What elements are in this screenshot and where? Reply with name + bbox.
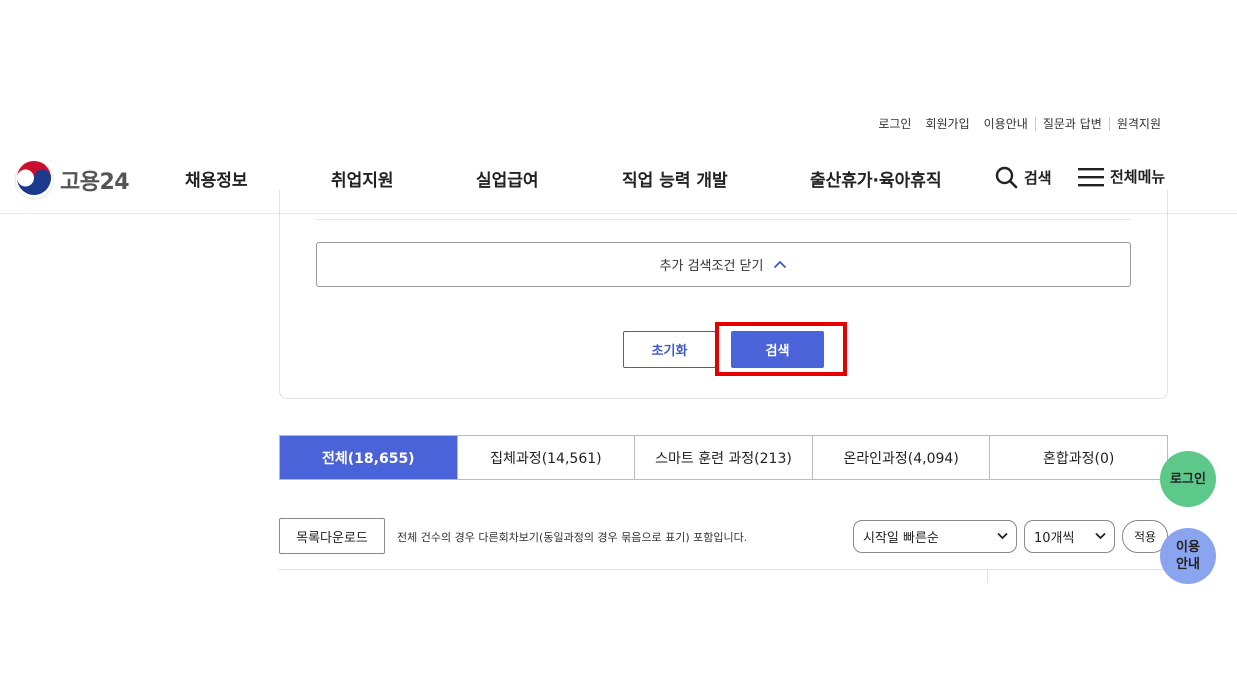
- floating-guide-label: 이용 안내: [1176, 539, 1200, 573]
- search-icon: [995, 166, 1018, 189]
- close-extra-conditions-button[interactable]: 추가 검색조건 닫기: [316, 242, 1131, 287]
- page: 로그인 회원가입 이용안내 질문과 답변 원격지원 고용24 채용정보 취업지원…: [0, 0, 1237, 695]
- nav-item-employment-support[interactable]: 취업지원: [331, 166, 394, 191]
- course-type-tabs: 전체(18,655) 집체과정(14,561) 스마트 훈련 과정(213) 온…: [279, 435, 1168, 480]
- floating-login-label: 로그인: [1170, 471, 1206, 487]
- hamburger-icon: [1078, 167, 1104, 186]
- tab-smart-training[interactable]: 스마트 훈련 과정(213): [634, 436, 812, 479]
- util-signup-link[interactable]: 회원가입: [918, 117, 976, 131]
- util-login-link[interactable]: 로그인: [871, 117, 918, 131]
- panel-divider: [316, 219, 1131, 220]
- search-button[interactable]: 검색: [731, 331, 824, 368]
- header-search-label: 검색: [1024, 169, 1052, 187]
- floating-guide-line2: 안내: [1176, 557, 1200, 572]
- chevron-up-icon: [774, 260, 787, 269]
- util-remote-link[interactable]: 원격지원: [1108, 117, 1168, 131]
- utility-links: 로그인 회원가입 이용안내 질문과 답변 원격지원: [871, 117, 1168, 131]
- floating-guide-line1: 이용: [1176, 540, 1200, 555]
- sort-select[interactable]: 시작일 빠른순: [853, 520, 1017, 553]
- chevron-down-icon: [997, 532, 1008, 540]
- page-size-select[interactable]: 10개씩: [1024, 520, 1115, 553]
- nav-item-parental-leave[interactable]: 출산휴가·육아휴직: [810, 166, 942, 191]
- tab-all[interactable]: 전체(18,655): [280, 436, 457, 479]
- tab-blended-course[interactable]: 혼합과정(0): [989, 436, 1167, 479]
- tab-online-course[interactable]: 온라인과정(4,094): [811, 436, 990, 479]
- nav-item-vocational-training[interactable]: 직업 능력 개발: [622, 166, 728, 191]
- floating-login-button[interactable]: 로그인: [1160, 451, 1216, 507]
- header-menu-button[interactable]: 전체메뉴: [1078, 166, 1165, 187]
- header-menu-label: 전체메뉴: [1110, 168, 1166, 186]
- toggle-label: 추가 검색조건 닫기: [659, 259, 764, 274]
- util-guide-link[interactable]: 이용안내: [977, 117, 1035, 131]
- nav-item-jobs[interactable]: 채용정보: [185, 166, 248, 191]
- reset-button[interactable]: 초기화: [623, 331, 716, 368]
- list-column-divider: [987, 570, 988, 583]
- download-list-button[interactable]: 목록다운로드: [279, 518, 385, 554]
- sort-select-value: 시작일 빠른순: [863, 531, 939, 546]
- count-notice: 전체 건수의 경우 다른회차보기(동일과정의 경우 묶음으로 표기) 포함입니다…: [397, 531, 748, 544]
- list-divider: [279, 569, 1168, 570]
- floating-guide-button[interactable]: 이용 안내: [1160, 528, 1216, 584]
- nav-item-unemployment-benefit[interactable]: 실업급여: [476, 166, 539, 191]
- chevron-down-icon: [1095, 532, 1106, 540]
- header-search-button[interactable]: 검색: [995, 166, 1052, 189]
- util-qna-link[interactable]: 질문과 답변: [1034, 117, 1109, 131]
- tab-group-course[interactable]: 집체과정(14,561): [456, 436, 635, 479]
- page-size-select-value: 10개씩: [1034, 531, 1075, 546]
- search-panel: [279, 190, 1168, 399]
